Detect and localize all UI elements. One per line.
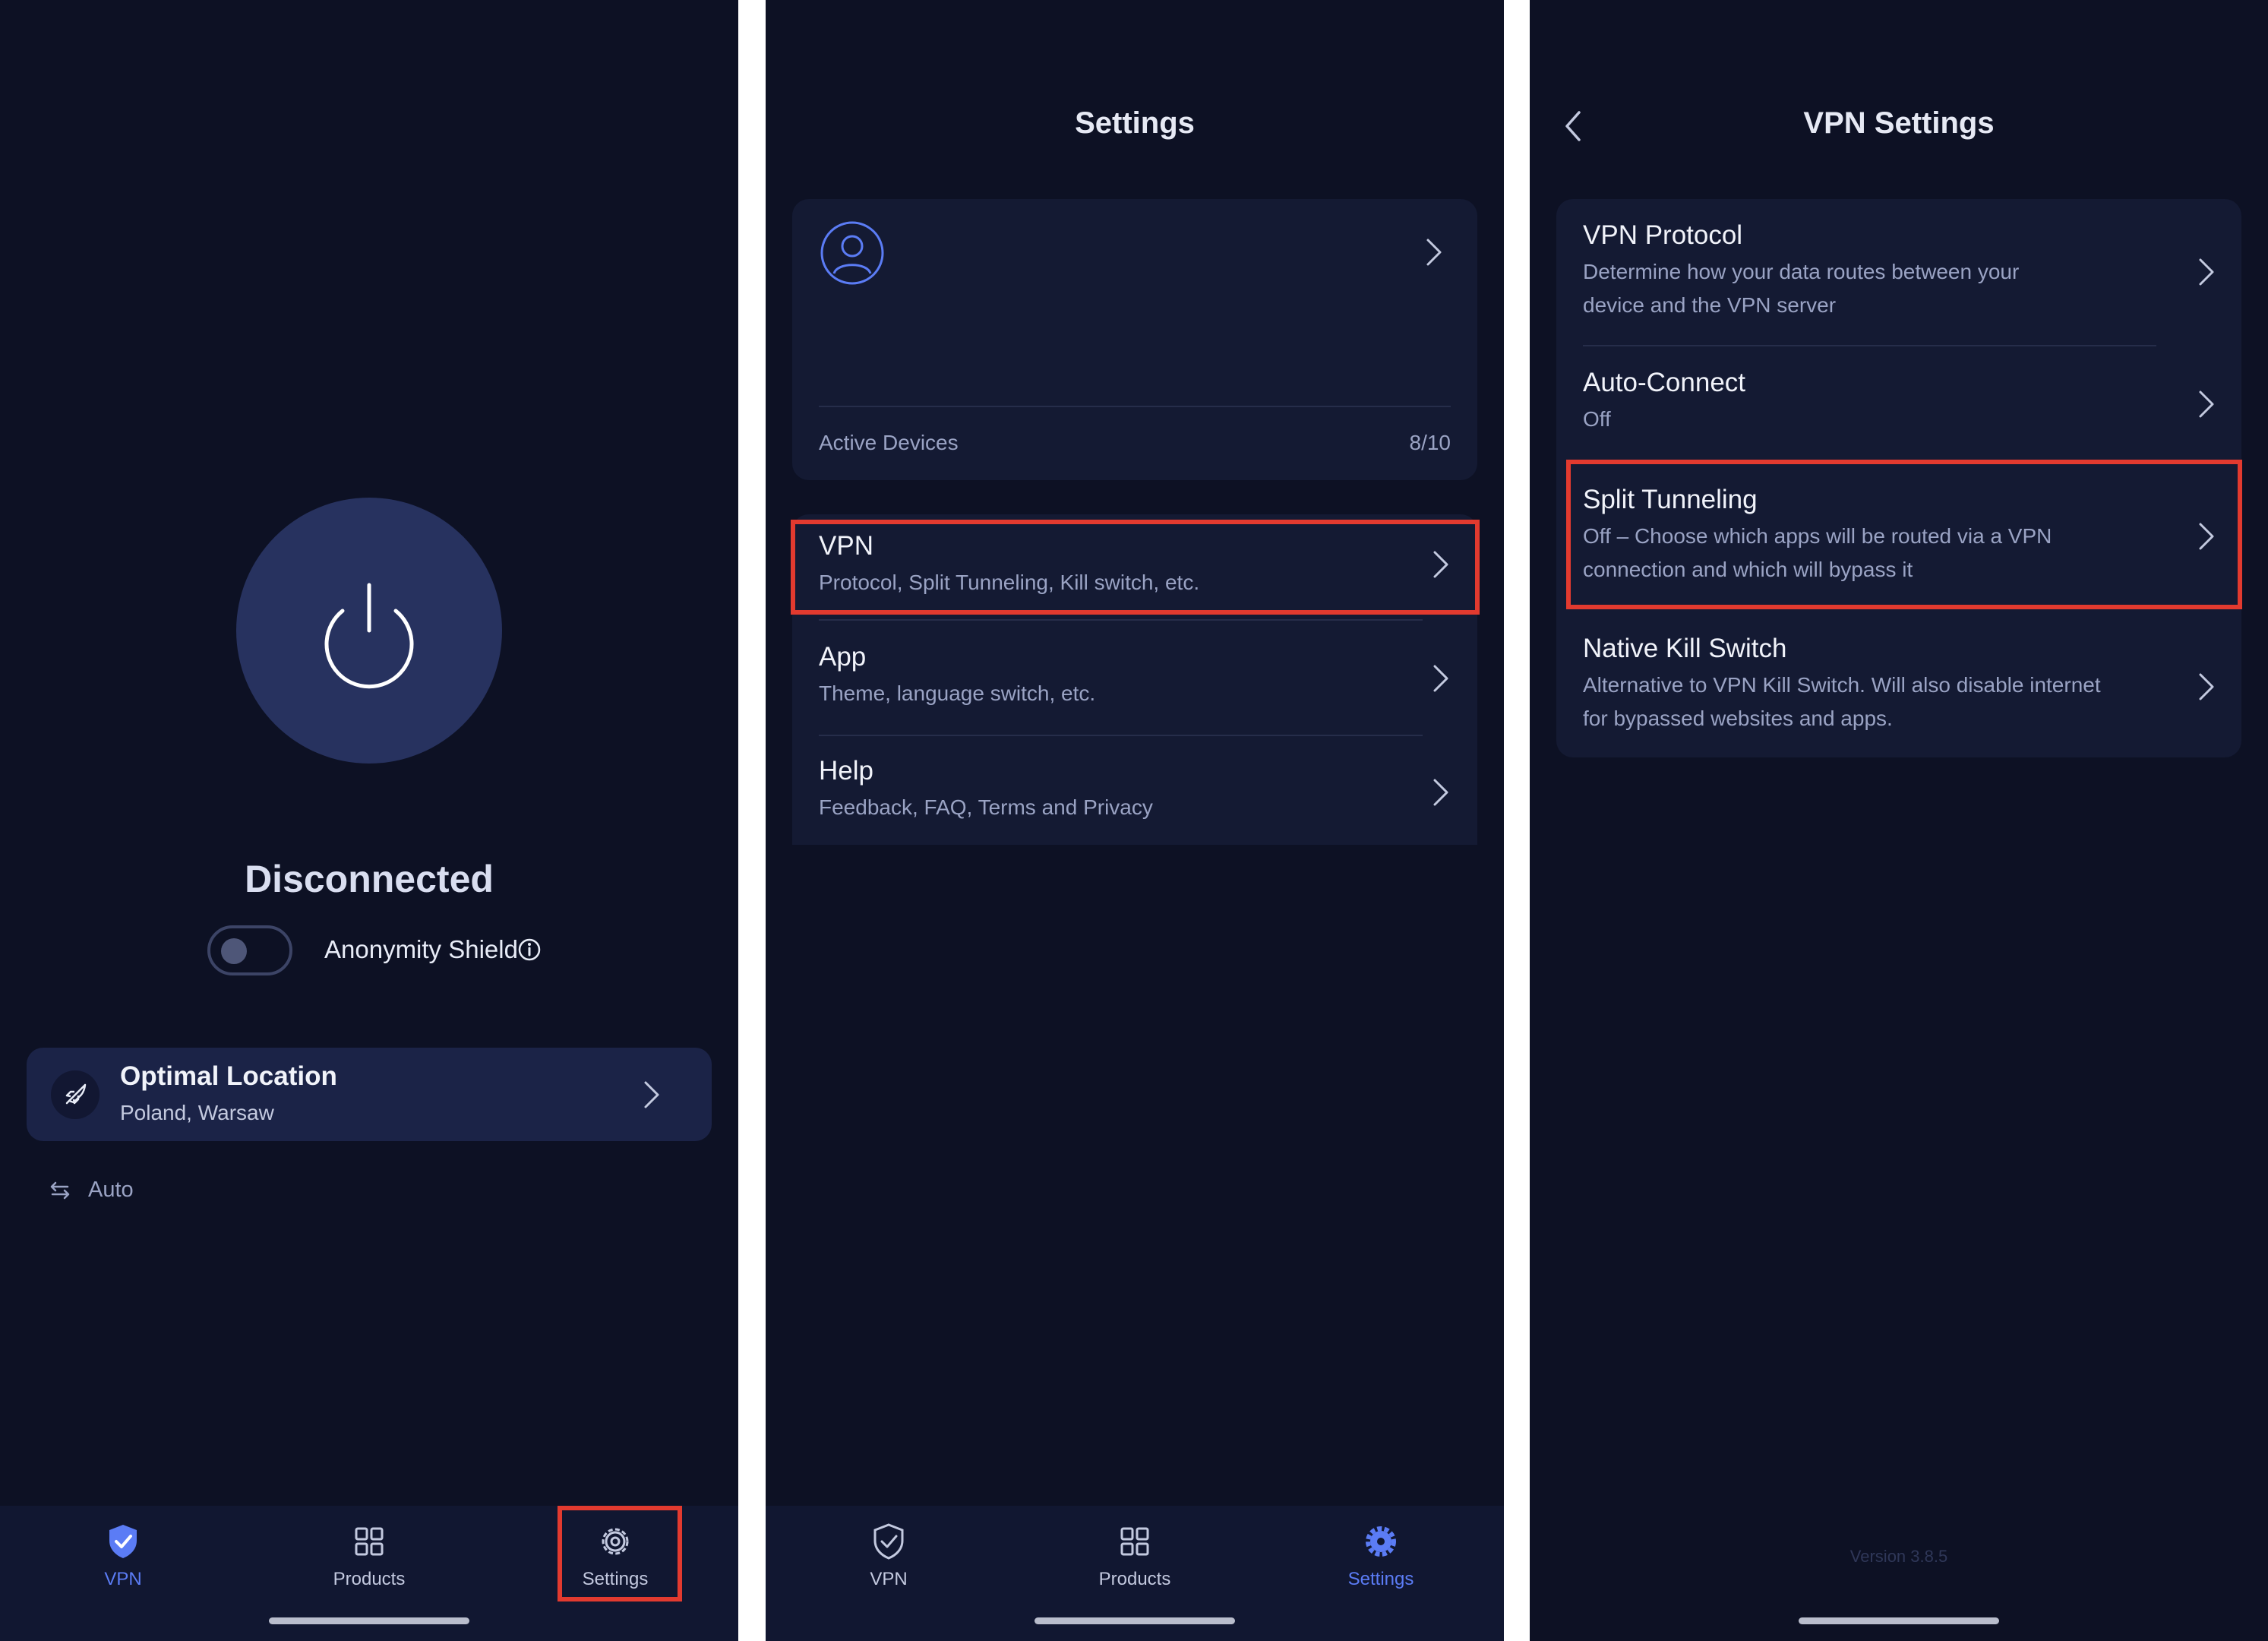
protocol-mode-label[interactable]: Auto (88, 1178, 134, 1203)
tab-products-label: Products (333, 1569, 406, 1589)
grid-icon (1120, 1527, 1149, 1556)
vpn-home-screen: Disconnected Anonymity Shield Optimal Lo… (0, 0, 738, 1641)
tab-vpn[interactable]: VPN (47, 1522, 199, 1590)
location-subtitle: Poland, Warsaw (120, 1101, 274, 1124)
item-title: Auto-Connect (1583, 368, 1746, 397)
location-icon-circle (51, 1070, 100, 1119)
rocket-icon (65, 1083, 87, 1105)
item-subtitle: Determine how your data routes between y… (1583, 260, 2020, 317)
user-avatar-icon (820, 221, 884, 285)
shield-check-icon (109, 1525, 137, 1558)
chevron-right-icon (2199, 258, 2214, 286)
settings-screen: Settings Active Devices 8/10 VPN Protoco… (766, 0, 1504, 1641)
item-subtitle: Feedback, FAQ, Terms and Privacy (819, 795, 1153, 819)
setting-vpn-protocol[interactable]: VPN Protocol Determine how your data rou… (1556, 199, 2241, 345)
highlight-split-tunneling (1566, 460, 2242, 609)
page-title: Settings (1075, 106, 1195, 140)
tab-products-label: Products (1098, 1569, 1171, 1589)
chevron-right-icon (1433, 779, 1448, 806)
item-title: Help (819, 756, 873, 786)
active-devices-count: 8/10 (1409, 431, 1451, 454)
home-indicator (1799, 1617, 1999, 1624)
tab-products[interactable]: Products (1059, 1522, 1211, 1590)
tab-vpn-label: VPN (870, 1569, 908, 1589)
item-subtitle: Theme, language switch, etc. (819, 681, 1096, 705)
divider (819, 406, 1451, 407)
setting-auto-connect[interactable]: Auto-Connect Off (1556, 346, 2241, 460)
anonymity-shield-toggle[interactable] (207, 925, 292, 975)
tab-settings[interactable]: Settings (1305, 1522, 1457, 1590)
home-indicator (269, 1617, 469, 1624)
account-card[interactable]: Active Devices 8/10 (792, 199, 1477, 480)
item-title: App (819, 642, 867, 672)
vpn-settings-screen: VPN Settings VPN Protocol Determine how … (1530, 0, 2268, 1641)
highlight-vpn-item (791, 520, 1480, 615)
gear-icon (1366, 1526, 1396, 1557)
settings-item-app[interactable]: App Theme, language switch, etc. (792, 621, 1477, 735)
chevron-right-icon (1426, 239, 1442, 266)
page-title: VPN Settings (1803, 106, 1995, 140)
location-title: Optimal Location (120, 1061, 337, 1091)
chevron-right-icon (2199, 390, 2214, 418)
connection-status: Disconnected (245, 858, 494, 900)
home-indicator (1034, 1617, 1235, 1624)
version-label: Version 3.8.5 (1849, 1547, 1948, 1566)
grid-icon (355, 1527, 384, 1556)
info-icon[interactable] (517, 937, 542, 962)
anonymity-shield-label: Anonymity Shield (324, 935, 518, 963)
highlight-settings-tab (558, 1506, 682, 1601)
tab-products[interactable]: Products (293, 1522, 445, 1590)
location-card[interactable]: Optimal Location Poland, Warsaw (27, 1048, 712, 1141)
item-subtitle: Off (1583, 407, 1611, 431)
active-devices-label: Active Devices (819, 431, 959, 454)
chevron-right-icon (2199, 673, 2214, 700)
setting-native-kill-switch[interactable]: Native Kill Switch Alternative to VPN Ki… (1556, 609, 2241, 757)
settings-item-help[interactable]: Help Feedback, FAQ, Terms and Privacy (792, 736, 1477, 845)
swap-arrows-icon (50, 1181, 70, 1200)
item-subtitle: Alternative to VPN Kill Switch. Will als… (1583, 673, 2101, 730)
tab-bar: VPN Products Settings (766, 1506, 1504, 1641)
chevron-right-icon (1433, 665, 1448, 692)
tab-vpn[interactable]: VPN (813, 1522, 965, 1590)
chevron-right-icon (644, 1081, 659, 1108)
connect-power-button[interactable] (236, 498, 502, 764)
item-title: Native Kill Switch (1583, 634, 1787, 663)
power-icon (324, 583, 414, 689)
shield-check-icon (873, 1523, 904, 1560)
item-title: VPN Protocol (1583, 220, 1743, 250)
tab-settings-label: Settings (1347, 1569, 1414, 1589)
tab-vpn-label: VPN (104, 1569, 142, 1589)
toggle-knob (221, 938, 247, 964)
